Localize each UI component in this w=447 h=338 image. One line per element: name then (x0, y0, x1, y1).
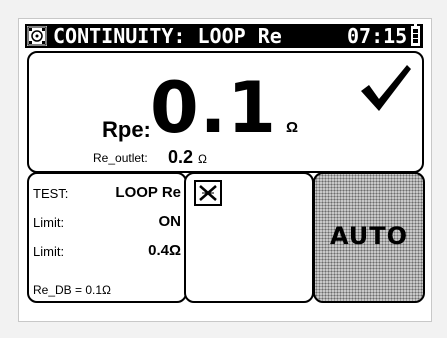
test-label: TEST: (33, 186, 69, 201)
cross-connection-icon[interactable] (194, 180, 222, 206)
rpe-unit: Ω (286, 119, 299, 136)
outlet-label: Re_outlet: (93, 151, 148, 165)
outlet-unit: Ω (198, 152, 207, 166)
re-db-value: Re_DB = 0.1Ω (33, 283, 112, 297)
limit-value: 0.4Ω (148, 242, 181, 259)
test-value: LOOP Re (115, 184, 181, 201)
limit-label-2: Limit: (33, 244, 65, 259)
rpe-value: 0.1 (150, 67, 278, 149)
title-bar: CONTINUITY: LOOP Re 07:15 (25, 24, 423, 48)
connection-panel[interactable] (184, 172, 314, 303)
battery-icon (411, 24, 420, 46)
checkmark-icon (357, 61, 413, 115)
auto-mode-button[interactable]: AUTO (313, 172, 425, 303)
rpe-label: Rpe: (102, 117, 151, 142)
clock: 07:15 (347, 24, 408, 48)
result-panel: Rpe: 0.1 Ω Re_outlet: 0.2 Ω (27, 51, 424, 173)
screen-title: CONTINUITY: LOOP Re (53, 24, 282, 48)
meter-icon (27, 26, 47, 46)
limit-label: Limit: (33, 215, 65, 230)
auto-label: AUTO (329, 222, 409, 250)
limit-state: ON (158, 213, 182, 230)
outlet-value: 0.2 (168, 147, 194, 167)
test-info-panel[interactable]: TEST: LOOP Re Limit: ON Limit: 0.4Ω Re_D… (27, 172, 187, 303)
